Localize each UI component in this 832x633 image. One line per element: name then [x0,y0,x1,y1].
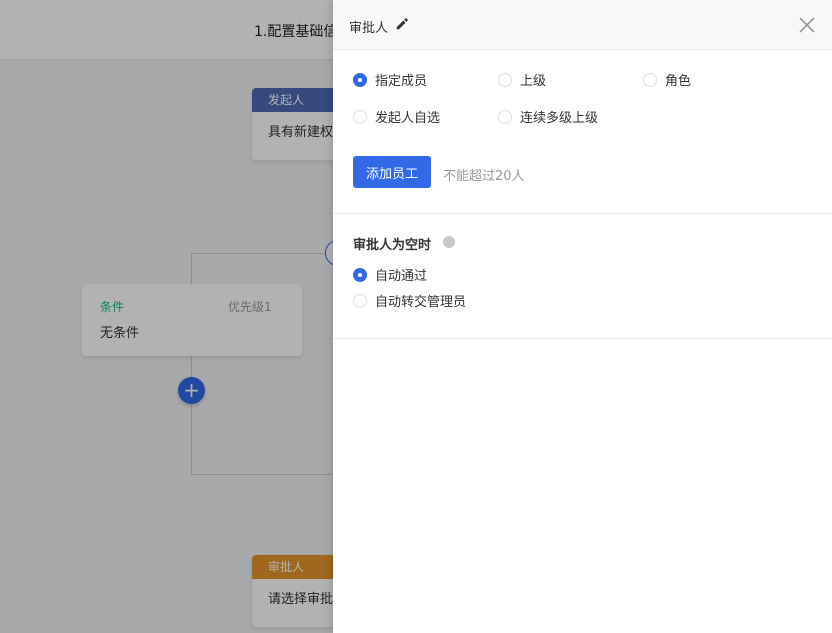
add-employee-button[interactable]: 添加员工 [353,156,431,188]
help-icon[interactable] [443,236,455,248]
radio-label: 连续多级上级 [520,111,599,126]
radio-circle [353,72,367,87]
radio-label: 自动转交管理员 [375,295,467,310]
pencil-icon[interactable] [395,17,409,31]
radio-circle [498,72,512,87]
limit-hint: 不能超过20人 [443,169,525,184]
empty-approver-title: 审批人为空时 [353,238,432,253]
radio-circle [353,293,367,308]
radio-initiator-choice[interactable]: 发起人自选 [353,107,440,126]
radio-circle [498,109,512,124]
radio-auto-pass[interactable]: 自动通过 [353,265,427,284]
drawer-title: 审批人 [349,21,389,36]
drawer-header: 审批人 [333,0,832,50]
approver-drawer: 审批人 指定成员 上级 角色 发起人自选 连续多级上级 添加员工 不能超过20人… [333,0,832,633]
radio-label: 发起人自选 [375,111,441,126]
radio-role[interactable]: 角色 [643,70,691,89]
radio-label: 自动通过 [375,269,428,284]
radio-label: 角色 [665,74,692,89]
approver-type-section: 指定成员 上级 角色 发起人自选 连续多级上级 添加员工 不能超过20人 [333,50,832,214]
radio-label: 上级 [520,74,547,89]
empty-approver-section: 审批人为空时 自动通过 自动转交管理员 [333,214,832,339]
close-icon[interactable] [798,16,816,34]
radio-circle [353,109,367,124]
radio-label: 指定成员 [375,74,428,89]
radio-superior[interactable]: 上级 [498,70,546,89]
radio-multi-level-superior[interactable]: 连续多级上级 [498,107,598,126]
radio-circle [353,267,367,282]
radio-circle [643,72,657,87]
radio-transfer-admin[interactable]: 自动转交管理员 [353,291,466,310]
radio-specified-member[interactable]: 指定成员 [353,70,427,89]
